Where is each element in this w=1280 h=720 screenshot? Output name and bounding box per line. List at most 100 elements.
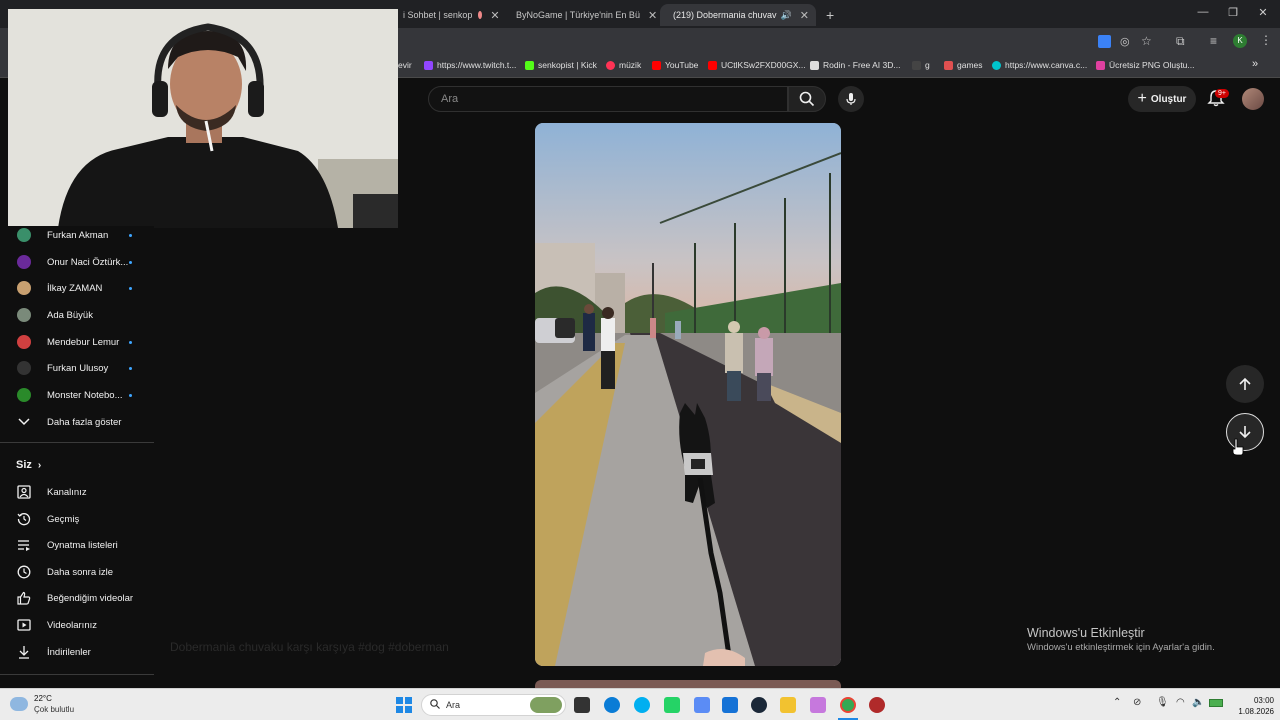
taskbar-clock[interactable]: 03:00 1.08.2026 <box>1230 695 1274 717</box>
bookmark-item[interactable]: https://www.twitch.t... <box>424 60 516 70</box>
streamer-webcam-image <box>8 9 398 228</box>
task-view-icon[interactable] <box>574 697 590 713</box>
create-button[interactable]: + Oluştur <box>1128 86 1196 112</box>
show-more-button[interactable]: Daha fazla göster <box>0 410 154 434</box>
search-icon <box>799 91 815 107</box>
chevron-right-icon: › <box>37 459 42 471</box>
your-videos-icon <box>16 617 32 633</box>
star-icon[interactable]: ☆ <box>1141 34 1152 48</box>
search-button[interactable] <box>788 86 826 112</box>
shorts-video-player[interactable] <box>535 123 841 666</box>
browser-tab[interactable]: ByNoGame | Türkiye'nin En Bü ✕ <box>503 4 659 26</box>
battery-icon[interactable] <box>1209 699 1223 707</box>
sidebar-item-your-videos[interactable]: Videolarınız <box>0 613 154 637</box>
weather-temperature[interactable]: 22°C <box>34 694 52 703</box>
volume-icon[interactable]: 🔈 <box>1192 697 1204 708</box>
arrow-up-icon <box>1239 377 1251 390</box>
close-window-icon[interactable]: ✕ <box>1248 6 1278 19</box>
steam-icon[interactable] <box>751 697 767 713</box>
menu-icon[interactable]: ⋮ <box>1260 33 1272 47</box>
sidebar-item-channel[interactable]: Kanalınız <box>0 480 154 504</box>
close-tab-icon[interactable]: ✕ <box>490 9 499 22</box>
eye-off-icon[interactable]: ◎ <box>1120 35 1130 48</box>
subscription-item[interactable]: Furkan Ulusoy <box>0 356 154 380</box>
sidebar-item-downloads[interactable]: İndirilenler <box>0 640 154 664</box>
chevron-up-icon[interactable]: ⌃ <box>1113 697 1121 708</box>
music-icon <box>606 60 615 70</box>
maximize-icon[interactable]: ❐ <box>1218 6 1248 19</box>
mouse-cursor-icon <box>1232 438 1244 456</box>
search-input[interactable]: Ara <box>428 86 788 112</box>
channel-avatar <box>17 308 31 322</box>
voice-search-button[interactable] <box>838 86 864 112</box>
skype-icon[interactable] <box>634 697 650 713</box>
close-tab-icon[interactable]: ✕ <box>648 9 657 22</box>
canva-icon <box>992 60 1001 70</box>
sidebar: Furkan Akman Onur Naci Öztürk... İlkay Z… <box>0 226 154 688</box>
search-icon <box>430 699 440 711</box>
new-tab-button[interactable]: + <box>818 4 840 26</box>
media-control-icon[interactable]: ≡ <box>1210 34 1217 48</box>
bookmark-item[interactable]: Rodin - Free AI 3D... <box>810 60 900 70</box>
channel-avatar <box>17 388 31 402</box>
mic-icon <box>846 93 856 105</box>
channel-avatar <box>17 361 31 375</box>
previous-short-button[interactable] <box>1226 365 1264 403</box>
photos-icon[interactable] <box>694 697 710 713</box>
network-off-icon[interactable]: ⊘ <box>1133 697 1141 708</box>
record-app-icon[interactable] <box>869 697 885 713</box>
bookmark-item[interactable]: g <box>912 60 930 70</box>
app-icon[interactable] <box>810 697 826 713</box>
bookmark-item[interactable]: YouTube <box>652 60 698 70</box>
audio-icon[interactable]: 🔊 <box>781 10 792 21</box>
activation-title: Windows'u Etkinleştir <box>1027 626 1145 640</box>
sidebar-item-watch-later[interactable]: Daha sonra izle <box>0 560 154 584</box>
browser-tab[interactable]: i Sohbet | senkop ✕ <box>395 4 503 26</box>
sidebar-divider <box>0 674 154 675</box>
bookmark-item[interactable]: UCtlKSw2FXD00GX... <box>708 60 806 70</box>
edge-icon[interactable] <box>604 697 620 713</box>
bookmark-item[interactable]: müzik <box>606 60 641 70</box>
bookmark-item[interactable]: https://www.canva.c... <box>992 60 1087 70</box>
you-section-header[interactable]: Siz › <box>0 453 154 477</box>
minimize-icon[interactable]: — <box>1188 6 1218 18</box>
extension-icon[interactable] <box>1098 35 1111 48</box>
file-explorer-icon[interactable] <box>780 697 796 713</box>
watch-later-icon <box>16 564 32 580</box>
bookmark-item[interactable]: games <box>944 60 983 70</box>
channel-icon <box>16 484 32 500</box>
playlists-icon <box>16 537 32 553</box>
subscription-item[interactable]: Onur Naci Öztürk... <box>0 250 154 274</box>
sidebar-divider <box>0 442 154 443</box>
browser-tab-active[interactable]: (219) Dobermania chuvav 🔊 ✕ <box>660 4 816 26</box>
wifi-icon[interactable]: ◠ <box>1176 697 1185 708</box>
sidebar-item-liked-videos[interactable]: Beğendiğim videolar <box>0 586 154 610</box>
extensions-icon[interactable]: ⧉ <box>1176 34 1185 49</box>
windows-activation-watermark: Windows'u Etkinleştir Windows'u etkinleş… <box>1027 626 1215 653</box>
account-avatar[interactable] <box>1242 88 1264 110</box>
subscription-item[interactable]: İlkay ZAMAN <box>0 276 154 300</box>
search-highlight-image <box>530 697 562 713</box>
clock-time: 03:00 <box>1253 696 1274 705</box>
whatsapp-icon[interactable] <box>664 697 680 713</box>
youtube-icon <box>652 60 661 70</box>
mic-icon[interactable]: 🎙 <box>1156 697 1169 708</box>
store-icon[interactable] <box>722 697 738 713</box>
subscription-item[interactable]: Mendebur Lemur <box>0 330 154 354</box>
chrome-icon[interactable] <box>840 697 856 713</box>
video-frame-image <box>535 123 841 666</box>
profile-icon[interactable]: K <box>1233 34 1247 48</box>
bookmark-item[interactable]: evir <box>398 60 412 70</box>
sidebar-item-playlists[interactable]: Oynatma listeleri <box>0 533 154 557</box>
windows-start-icon[interactable] <box>396 697 412 713</box>
subscription-item[interactable]: Ada Büyük <box>0 303 154 327</box>
k-icon <box>912 60 921 70</box>
bookmark-item[interactable]: Ücretsiz PNG Oluştu... <box>1096 60 1195 70</box>
close-tab-icon[interactable]: ✕ <box>800 9 809 22</box>
sidebar-item-history[interactable]: Geçmiş <box>0 507 154 531</box>
more-bookmarks-icon[interactable]: » <box>1252 58 1258 70</box>
taskbar-search[interactable]: Ara <box>421 694 566 716</box>
bookmark-item[interactable]: senkopist | Kick <box>525 60 597 70</box>
subscription-item[interactable]: Furkan Akman <box>0 223 154 247</box>
subscription-item[interactable]: Monster Notebo... <box>0 383 154 407</box>
